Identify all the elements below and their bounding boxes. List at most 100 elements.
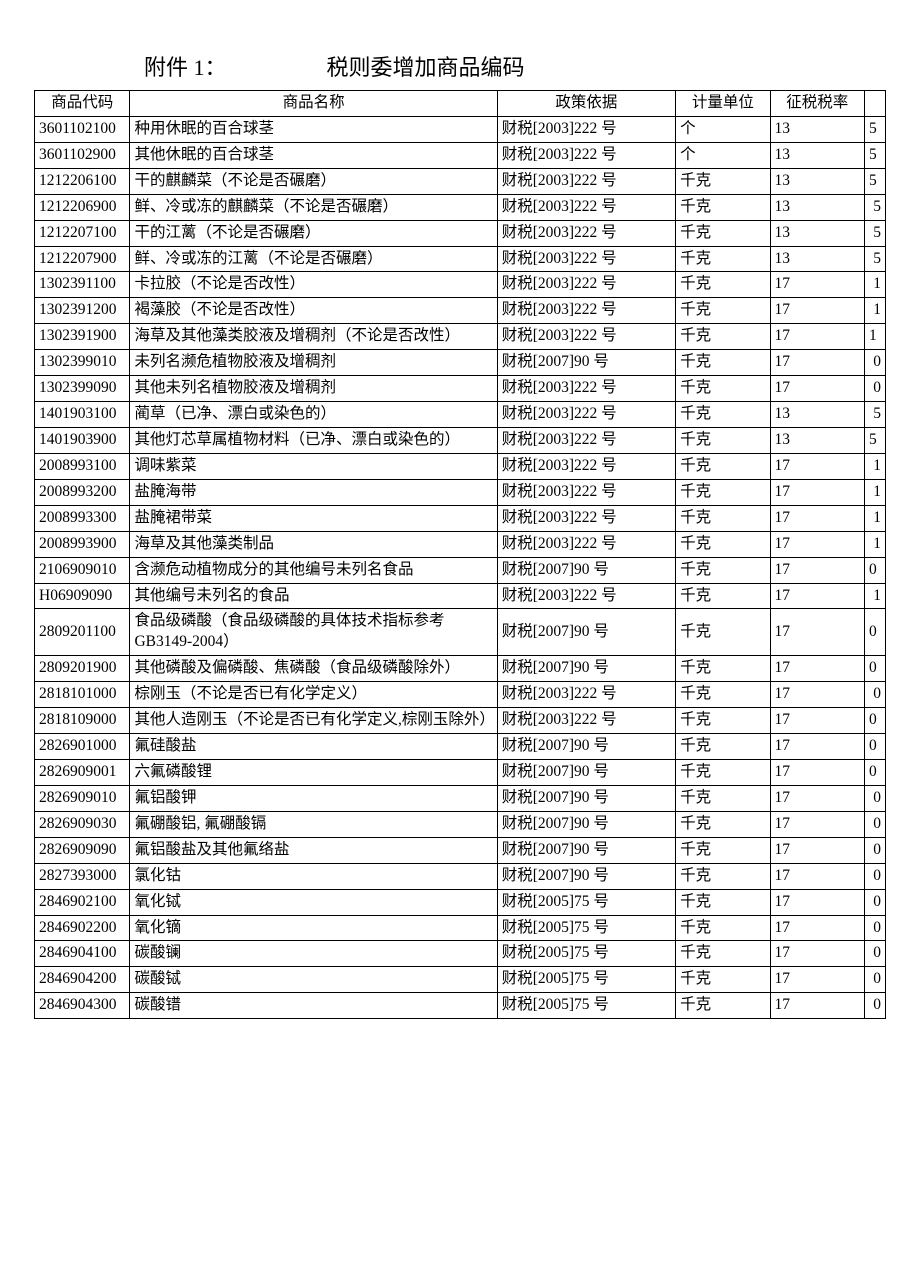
cell-code: 1302399090	[35, 376, 130, 402]
cell-code: 1212206900	[35, 194, 130, 220]
cell-rate: 17	[770, 656, 864, 682]
table-row: 2846902200氧化镝财税[2005]75 号千克170	[35, 915, 886, 941]
cell-rate: 17	[770, 479, 864, 505]
cell-extra: 0	[864, 682, 885, 708]
cell-name: 碳酸镧	[130, 941, 497, 967]
cell-extra: 5	[864, 246, 885, 272]
cell-rate: 17	[770, 324, 864, 350]
cell-rate: 17	[770, 557, 864, 583]
cell-name: 干的江蓠（不论是否碾磨）	[130, 220, 497, 246]
cell-unit: 千克	[676, 889, 770, 915]
cell-unit: 千克	[676, 453, 770, 479]
cell-code: 1302391200	[35, 298, 130, 324]
cell-extra: 1	[864, 505, 885, 531]
cell-unit: 千克	[676, 505, 770, 531]
commodity-table: 商品代码 商品名称 政策依据 计量单位 征税税率 3601102100种用休眠的…	[34, 90, 886, 1019]
cell-code: 2826909010	[35, 785, 130, 811]
cell-code: 1302391900	[35, 324, 130, 350]
cell-extra: 1	[864, 531, 885, 557]
cell-extra: 0	[864, 609, 885, 656]
cell-rate: 13	[770, 142, 864, 168]
cell-code: 2818109000	[35, 708, 130, 734]
cell-extra: 0	[864, 889, 885, 915]
cell-basis: 财税[2007]90 号	[497, 656, 675, 682]
header-unit: 计量单位	[676, 91, 770, 117]
cell-extra: 1	[864, 298, 885, 324]
cell-extra: 1	[864, 479, 885, 505]
cell-unit: 千克	[676, 531, 770, 557]
cell-basis: 财税[2007]90 号	[497, 863, 675, 889]
cell-name: 蔺草（已净、漂白或染色的）	[130, 402, 497, 428]
table-row: 2826909010氟铝酸钾财税[2007]90 号千克170	[35, 785, 886, 811]
cell-basis: 财税[2003]222 号	[497, 479, 675, 505]
cell-rate: 13	[770, 402, 864, 428]
cell-name: 含濒危动植物成分的其他编号未列名食品	[130, 557, 497, 583]
table-row: 2846904100碳酸镧财税[2005]75 号千克170	[35, 941, 886, 967]
table-row: 2846904200碳酸铽财税[2005]75 号千克170	[35, 967, 886, 993]
cell-basis: 财税[2007]90 号	[497, 785, 675, 811]
table-row: 1302391100卡拉胶（不论是否改性）财税[2003]222 号千克171	[35, 272, 886, 298]
cell-rate: 17	[770, 609, 864, 656]
table-row: 3601102900其他休眠的百合球茎财税[2003]222 号个135	[35, 142, 886, 168]
cell-code: 2008993100	[35, 453, 130, 479]
cell-extra: 0	[864, 993, 885, 1019]
cell-code: 3601102100	[35, 116, 130, 142]
cell-code: 2008993200	[35, 479, 130, 505]
table-row: 1302391900海草及其他藻类胶液及增稠剂（不论是否改性）财税[2003]2…	[35, 324, 886, 350]
cell-unit: 个	[676, 142, 770, 168]
cell-code: 2846904300	[35, 993, 130, 1019]
cell-unit: 千克	[676, 759, 770, 785]
cell-rate: 13	[770, 194, 864, 220]
cell-basis: 财税[2007]90 号	[497, 837, 675, 863]
cell-basis: 财税[2003]222 号	[497, 194, 675, 220]
table-row: 1302391200褐藻胶（不论是否改性）财税[2003]222 号千克171	[35, 298, 886, 324]
cell-name: 食品级磷酸（食品级磷酸的具体技术指标参考GB3149-2004）	[130, 609, 497, 656]
cell-extra: 0	[864, 656, 885, 682]
cell-code: 2827393000	[35, 863, 130, 889]
attachment-label: 附件 1：	[144, 50, 227, 82]
cell-basis: 财税[2007]90 号	[497, 350, 675, 376]
cell-unit: 千克	[676, 272, 770, 298]
cell-unit: 千克	[676, 427, 770, 453]
cell-name: 其他编号未列名的食品	[130, 583, 497, 609]
cell-unit: 千克	[676, 682, 770, 708]
cell-rate: 17	[770, 453, 864, 479]
cell-basis: 财税[2003]222 号	[497, 168, 675, 194]
table-row: 2826909030氟硼酸铝, 氟硼酸镉财税[2007]90 号千克170	[35, 811, 886, 837]
cell-code: H06909090	[35, 583, 130, 609]
cell-name: 海草及其他藻类制品	[130, 531, 497, 557]
cell-extra: 0	[864, 811, 885, 837]
cell-basis: 财税[2007]90 号	[497, 759, 675, 785]
cell-unit: 千克	[676, 350, 770, 376]
cell-unit: 千克	[676, 811, 770, 837]
cell-rate: 13	[770, 168, 864, 194]
cell-basis: 财税[2003]222 号	[497, 427, 675, 453]
table-row: 1302399010未列名濒危植物胶液及增稠剂财税[2007]90 号千克170	[35, 350, 886, 376]
cell-unit: 个	[676, 116, 770, 142]
cell-code: 2846902100	[35, 889, 130, 915]
cell-basis: 财税[2007]90 号	[497, 734, 675, 760]
cell-basis: 财税[2003]222 号	[497, 453, 675, 479]
cell-rate: 17	[770, 837, 864, 863]
cell-name: 干的麒麟菜（不论是否碾磨）	[130, 168, 497, 194]
cell-basis: 财税[2003]222 号	[497, 531, 675, 557]
cell-code: 2809201100	[35, 609, 130, 656]
cell-unit: 千克	[676, 785, 770, 811]
cell-basis: 财税[2003]222 号	[497, 708, 675, 734]
cell-name: 棕刚玉（不论是否已有化学定义）	[130, 682, 497, 708]
cell-name: 卡拉胶（不论是否改性）	[130, 272, 497, 298]
cell-basis: 财税[2005]75 号	[497, 967, 675, 993]
cell-name: 氟铝酸盐及其他氟络盐	[130, 837, 497, 863]
cell-extra: 0	[864, 785, 885, 811]
cell-basis: 财税[2003]222 号	[497, 220, 675, 246]
cell-rate: 17	[770, 531, 864, 557]
cell-rate: 13	[770, 220, 864, 246]
cell-basis: 财税[2003]222 号	[497, 142, 675, 168]
cell-basis: 财税[2003]222 号	[497, 324, 675, 350]
cell-name: 氟铝酸钾	[130, 785, 497, 811]
cell-extra: 5	[864, 116, 885, 142]
cell-name: 盐腌裙带菜	[130, 505, 497, 531]
heading-row: 附件 1： 税则委增加商品编码	[34, 50, 886, 82]
cell-name: 褐藻胶（不论是否改性）	[130, 298, 497, 324]
table-body: 3601102100种用休眠的百合球茎财税[2003]222 号个1353601…	[35, 116, 886, 1018]
